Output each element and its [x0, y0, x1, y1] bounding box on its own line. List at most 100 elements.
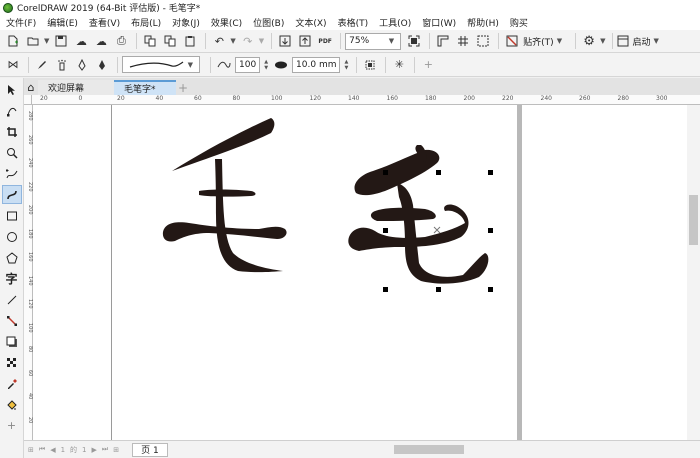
transparency-tool-icon[interactable]: [2, 353, 22, 372]
horizontal-scrollbar-thumb[interactable]: [394, 445, 464, 454]
stroke-width-spinner[interactable]: ▲ ▼: [344, 59, 348, 71]
interactive-fill-tool-icon[interactable]: [2, 395, 22, 414]
vertical-scrollbar[interactable]: [687, 105, 700, 440]
crop-tool-icon[interactable]: [2, 122, 22, 141]
ellipse-tool-icon[interactable]: [2, 227, 22, 246]
copy-icon[interactable]: [161, 32, 179, 50]
brush-character-mao[interactable]: [162, 118, 287, 273]
rectangle-tool-icon[interactable]: [2, 206, 22, 225]
full-screen-preview-icon[interactable]: [405, 32, 423, 50]
export-icon[interactable]: [296, 32, 314, 50]
separator: [575, 33, 577, 49]
ruler-origin[interactable]: [24, 95, 32, 105]
parallel-dimension-tool-icon[interactable]: [2, 290, 22, 309]
polygon-tool-icon[interactable]: [2, 248, 22, 267]
smoothing-spinner[interactable]: ▲ ▼: [264, 59, 268, 71]
stroke-preset-select[interactable]: ▼: [122, 56, 200, 73]
text-tool-icon[interactable]: 字: [2, 269, 22, 288]
cloud-upload-icon[interactable]: ☁: [92, 32, 110, 50]
drop-shadow-tool-icon[interactable]: [2, 332, 22, 351]
menu-object[interactable]: 对象(J): [172, 16, 207, 29]
document-tab-bar: ⌂ 欢迎屏幕 毛笔字* +: [24, 78, 700, 95]
add-icon[interactable]: +: [419, 56, 437, 74]
redo-dropdown-icon[interactable]: ▼: [259, 37, 264, 45]
show-rulers-icon[interactable]: [434, 32, 452, 50]
pressure-pen-icon[interactable]: [93, 56, 111, 74]
print-icon[interactable]: ⎙: [112, 32, 130, 50]
menu-buy[interactable]: 购买: [510, 16, 535, 29]
new-tab-plus-icon[interactable]: +: [176, 80, 190, 95]
options-dropdown-icon[interactable]: ▼: [600, 37, 605, 45]
page-tab-1[interactable]: 页 1: [132, 442, 168, 457]
stroke-width-field[interactable]: 10.0 mm: [292, 56, 341, 73]
artistic-media-tool-icon[interactable]: [1, 185, 22, 204]
undo-icon[interactable]: ↶: [210, 32, 228, 50]
menu-help[interactable]: 帮助(H): [467, 16, 506, 29]
menu-effects[interactable]: 效果(C): [211, 16, 249, 29]
save-icon[interactable]: [52, 32, 70, 50]
first-page-icon[interactable]: ⏮: [39, 445, 45, 454]
cloud-download-icon[interactable]: ☁: [72, 32, 90, 50]
mirror-horizontal-icon[interactable]: ⋈: [4, 56, 22, 74]
menu-layout[interactable]: 布局(L): [131, 16, 168, 29]
publish-pdf-icon[interactable]: PDF: [316, 32, 334, 50]
prev-page-icon[interactable]: ◀: [50, 446, 55, 454]
connector-tool-icon[interactable]: [2, 311, 22, 330]
import-icon[interactable]: [276, 32, 294, 50]
redo-icon[interactable]: ↷: [239, 32, 257, 50]
menu-tools[interactable]: 工具(O): [379, 16, 418, 29]
shape-tool-icon[interactable]: [2, 101, 22, 120]
snap-to-button[interactable]: 贴齐(T) ▼: [523, 35, 565, 48]
show-guidelines-icon[interactable]: [474, 32, 492, 50]
add-tool-icon[interactable]: +: [2, 416, 22, 435]
show-grid-icon[interactable]: [454, 32, 472, 50]
tab-welcome-screen[interactable]: 欢迎屏幕: [38, 80, 114, 95]
open-dropdown-icon[interactable]: ▼: [44, 37, 49, 45]
ruler-tick-label: 20: [117, 95, 125, 102]
brush-character-mao-selected[interactable]: [348, 145, 489, 284]
eyedropper-tool-icon[interactable]: [2, 374, 22, 393]
menu-table[interactable]: 表格(T): [338, 16, 376, 29]
freehand-tool-icon[interactable]: [2, 164, 22, 183]
undo-dropdown-icon[interactable]: ▼: [230, 37, 235, 45]
menu-file[interactable]: 文件(F): [6, 16, 43, 29]
home-icon[interactable]: ⌂: [24, 80, 38, 95]
open-folder-icon[interactable]: [24, 32, 42, 50]
freeze-icon[interactable]: ✳: [390, 56, 408, 74]
new-document-icon[interactable]: [4, 32, 22, 50]
horizontal-ruler[interactable]: 20 0 20 40 60 80 100 120 140 160 180 200 220 240 260 28…: [32, 95, 700, 105]
separator: [612, 33, 614, 49]
chevron-down-icon: ▼: [388, 37, 395, 45]
vertical-scrollbar-thumb[interactable]: [689, 195, 698, 245]
brush-icon[interactable]: [33, 56, 51, 74]
last-page-icon[interactable]: ⏭: [102, 445, 108, 454]
menu-view[interactable]: 查看(V): [89, 16, 127, 29]
zoom-tool-icon[interactable]: [2, 143, 22, 162]
sprayer-icon[interactable]: [53, 56, 71, 74]
launch-button[interactable]: 启动 ▼: [617, 35, 661, 48]
cut-icon[interactable]: [141, 32, 159, 50]
calligraphic-pen-icon[interactable]: [73, 56, 91, 74]
bounding-box-icon[interactable]: [361, 56, 379, 74]
menu-window[interactable]: 窗口(W): [422, 16, 463, 29]
ruler-tick-label: 60: [194, 95, 202, 102]
menu-edit[interactable]: 编辑(E): [47, 16, 85, 29]
ruler-tick-label: 60: [27, 369, 33, 376]
vertical-ruler[interactable]: 280 260 240 220 200 180 160 140 120 100 80 60 40 20: [24, 105, 33, 440]
pick-tool-icon[interactable]: [2, 80, 22, 99]
menu-text[interactable]: 文本(X): [295, 16, 333, 29]
next-page-icon[interactable]: ▶: [92, 446, 97, 454]
page-options-icon[interactable]: ⊞: [28, 446, 34, 454]
add-page-icon[interactable]: ⊞: [113, 446, 119, 454]
property-bar: ⋈ ▼ 100 ▲ ▼ 10.0 mm ▲ ▼ ✳ +: [0, 53, 700, 77]
menu-bitmap[interactable]: 位图(B): [253, 16, 291, 29]
zoom-level-select[interactable]: 75% ▼: [345, 32, 402, 50]
drawing-canvas[interactable]: [33, 105, 687, 440]
snap-off-icon[interactable]: [503, 32, 521, 50]
separator: [205, 33, 207, 49]
smoothing-field[interactable]: 100: [235, 56, 261, 73]
paste-icon[interactable]: [181, 32, 199, 50]
options-gear-icon[interactable]: ⚙: [580, 32, 598, 50]
center-marker: [433, 226, 441, 234]
tab-document[interactable]: 毛笔字*: [114, 80, 176, 95]
